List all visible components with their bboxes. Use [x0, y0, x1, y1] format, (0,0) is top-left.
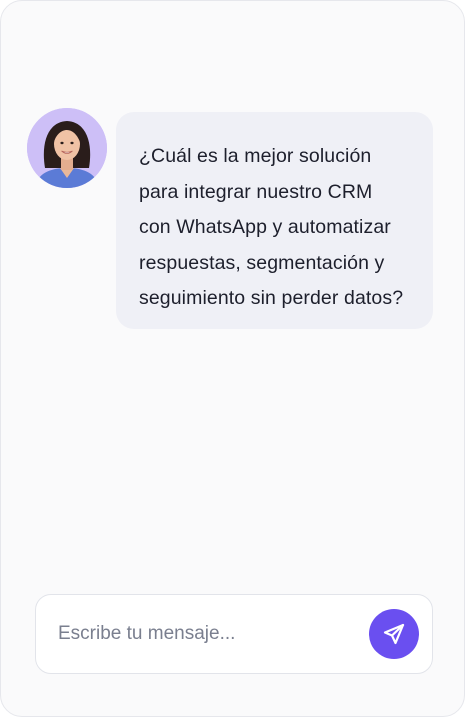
message-line: con WhatsApp y automatizar: [139, 216, 391, 238]
avatar: [27, 108, 107, 188]
paper-plane-icon: [383, 623, 405, 645]
message-line: seguimiento sin perder datos?: [139, 287, 404, 309]
message-composer: [35, 594, 433, 674]
message-line: para integrar nuestro CRM: [139, 180, 373, 203]
user-portrait-icon: [27, 108, 107, 188]
send-button[interactable]: [369, 609, 419, 659]
message-input[interactable]: [58, 617, 348, 651]
chat-window: ¿Cuál es la mejor solución para integrar…: [0, 0, 465, 717]
message-line: respuestas, segmentación y: [139, 251, 385, 274]
message-line: ¿Cuál es la mejor solución: [139, 145, 372, 167]
message-bubble: ¿Cuál es la mejor solución para integrar…: [116, 112, 433, 329]
